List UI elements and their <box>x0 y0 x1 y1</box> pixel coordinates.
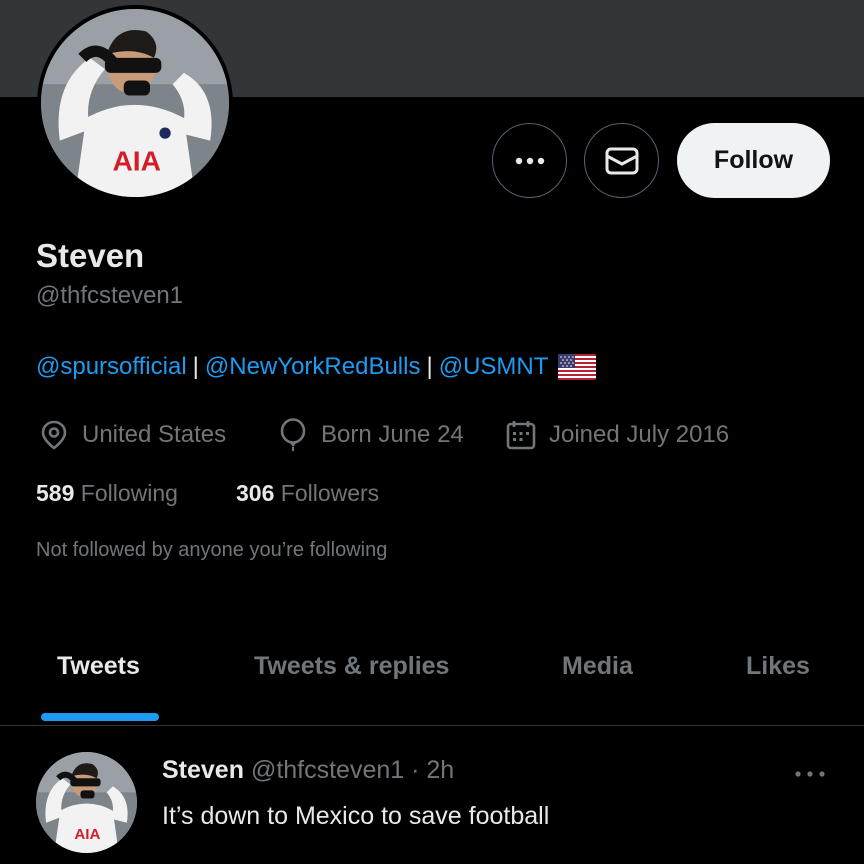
tabs-divider <box>0 725 864 726</box>
tab-likes[interactable]: Likes <box>746 652 810 681</box>
tweet-author-name[interactable]: Steven <box>162 756 244 784</box>
tweet-more-button[interactable] <box>792 764 828 784</box>
profile-avatar[interactable]: AIA <box>37 5 233 201</box>
envelope-icon <box>605 147 638 174</box>
more-dots-icon <box>795 771 825 777</box>
followers-count: 306 <box>236 480 275 506</box>
joined-text: Joined July 2016 <box>549 421 730 448</box>
following-stat[interactable]: 589 Following <box>36 480 178 507</box>
tweet-avatar[interactable]: AIA <box>36 752 137 853</box>
active-tab-indicator <box>41 713 159 721</box>
bio-separator: | <box>426 353 433 380</box>
bio-link-spurs[interactable]: @spursofficial <box>36 353 187 381</box>
us-flag-icon <box>558 354 597 380</box>
follow-button[interactable]: Follow <box>677 123 830 198</box>
location-text: United States <box>82 421 227 448</box>
bio-link-usmnt[interactable]: @USMNT <box>439 353 549 381</box>
tab-tweets-replies[interactable]: Tweets & replies <box>254 652 449 681</box>
calendar-icon <box>506 421 536 450</box>
following-count: 589 <box>36 480 75 506</box>
tweet-avatar-image: AIA <box>36 752 137 853</box>
tab-tweets[interactable]: Tweets <box>57 652 140 681</box>
profile-name: Steven <box>36 237 145 274</box>
birthday-text: Born June 24 <box>321 421 464 448</box>
profile-birthday: Born June 24 <box>277 418 464 452</box>
followers-label: Followers <box>280 480 380 506</box>
profile-handle: @thfcsteven1 <box>36 282 184 309</box>
following-label: Following <box>80 480 178 506</box>
bio-separator: | <box>192 353 199 380</box>
profile-location: United States <box>38 418 226 452</box>
message-button[interactable] <box>584 123 659 198</box>
location-pin-icon <box>41 420 67 450</box>
profile-bio: @spursofficial | @NewYorkRedBulls | @USM… <box>36 353 597 381</box>
svg-text:AIA: AIA <box>112 145 161 177</box>
tab-media[interactable]: Media <box>562 652 633 681</box>
tweet-meta[interactable]: @thfcsteven1 · 2h <box>251 756 454 784</box>
profile-joined: Joined July 2016 <box>505 418 729 452</box>
profile-page: AIA Follow Steven @thfcsteven1 @spursoff… <box>0 0 864 864</box>
not-followed-note: Not followed by anyone you’re following <box>36 539 388 561</box>
tweet-text[interactable]: It’s down to Mexico to save football <box>162 802 549 831</box>
bio-link-redbulls[interactable]: @NewYorkRedBulls <box>205 353 421 381</box>
tweet-header: Steven @thfcsteven1 · 2h <box>162 756 454 785</box>
balloon-icon <box>280 418 306 451</box>
more-options-button[interactable] <box>492 123 567 198</box>
svg-text:AIA: AIA <box>74 826 100 843</box>
followers-stat[interactable]: 306 Followers <box>236 480 379 507</box>
avatar-image: AIA <box>41 9 229 197</box>
more-dots-icon <box>515 157 544 164</box>
